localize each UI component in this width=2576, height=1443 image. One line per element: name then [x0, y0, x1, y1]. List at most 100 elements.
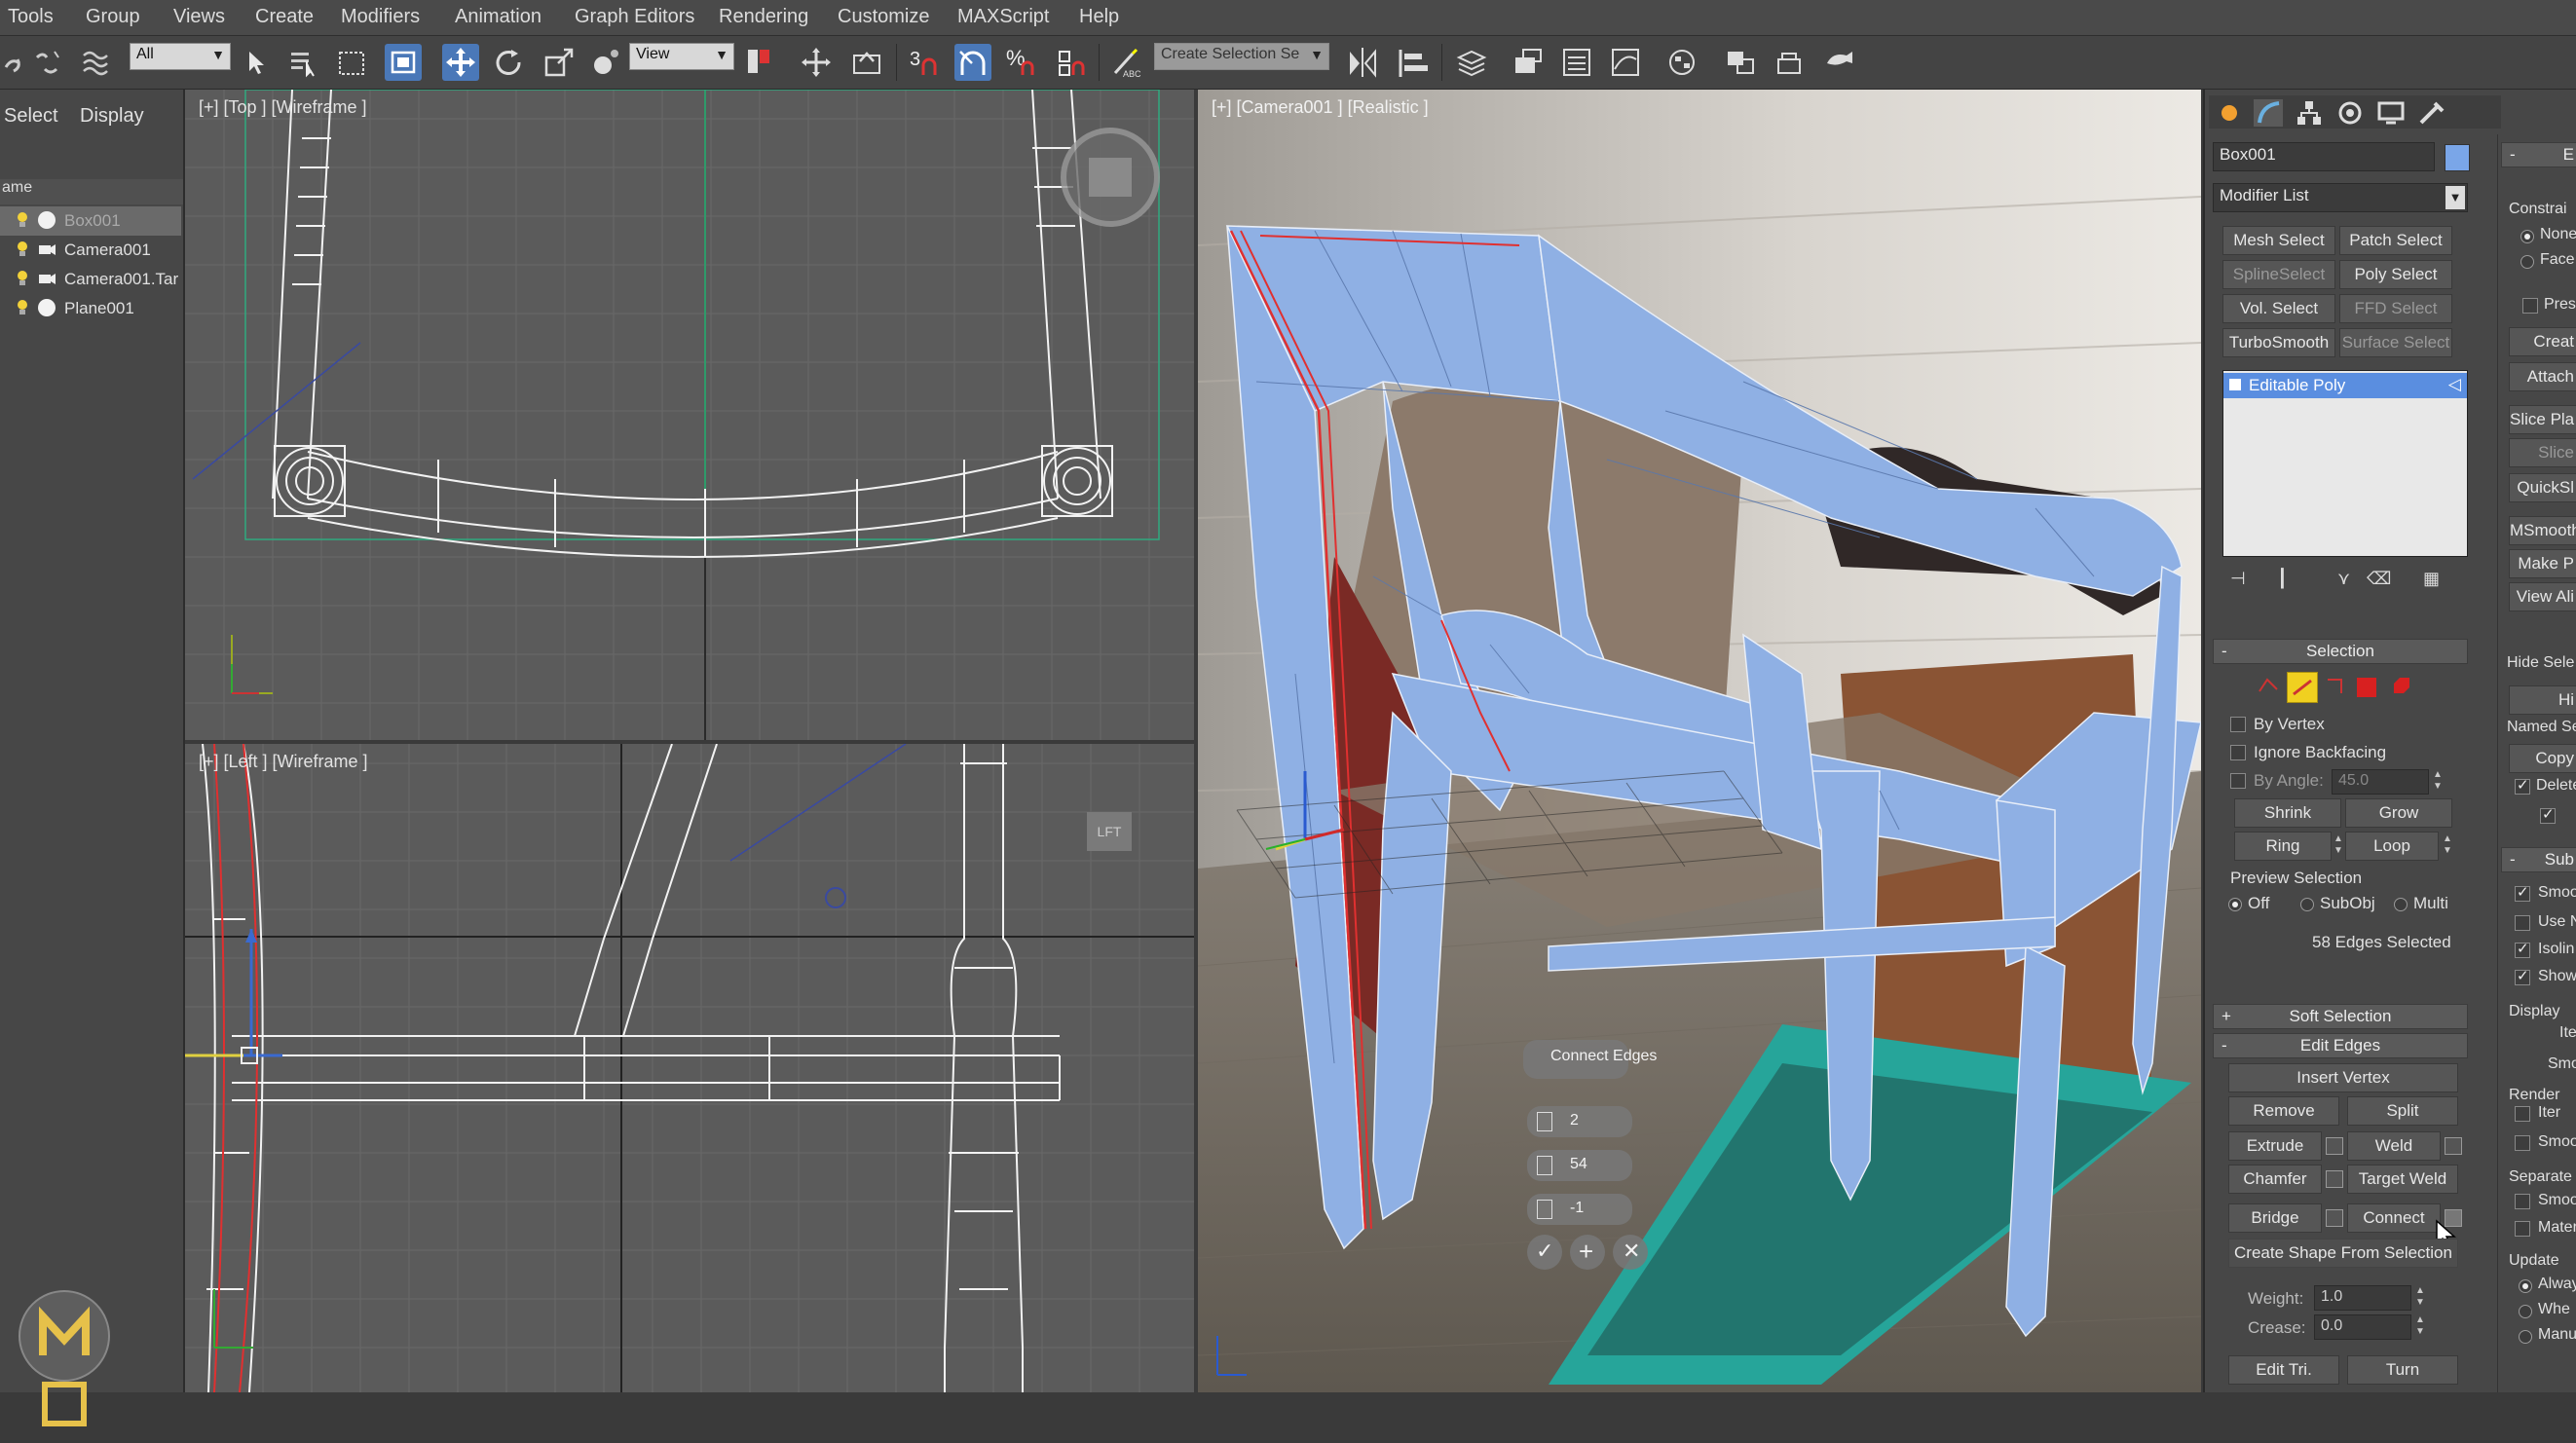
utilities-tab-icon[interactable] [2417, 99, 2446, 127]
graphite-ribbon-icon[interactable] [1558, 44, 1595, 81]
expand-icon[interactable] [2229, 379, 2241, 390]
full-interactivity-checkbox[interactable] [2540, 805, 2556, 824]
modifier-stack[interactable]: Editable Poly ◁ [2222, 370, 2468, 557]
percent-snap-icon[interactable]: % [1003, 44, 1040, 81]
delete-isolated-checkbox[interactable] [2515, 776, 2530, 795]
edit-named-selection-icon[interactable]: ABC [1107, 44, 1144, 81]
rollout-selection[interactable]: - Selection [2213, 639, 2468, 664]
angle-spinner[interactable]: ▲ ▼ [2431, 769, 2445, 795]
mesh-select-button[interactable]: Mesh Select [2222, 226, 2335, 255]
viewport-label-top[interactable]: [+] [Top ] [Wireframe ] [199, 97, 367, 118]
angle-snap-icon[interactable] [954, 44, 991, 81]
turbosmooth-button[interactable]: TurboSmooth [2222, 328, 2335, 357]
ring-button[interactable]: Ring [2234, 832, 2332, 861]
separate-smoothing-checkbox[interactable] [2515, 1194, 2530, 1209]
create-tab-icon[interactable] [2215, 99, 2244, 127]
hierarchy-tab-icon[interactable] [2295, 99, 2324, 127]
pivot-center-icon[interactable] [742, 44, 779, 81]
vertex-mode-icon[interactable] [2254, 672, 2283, 701]
chamfer-settings-button[interactable] [2326, 1170, 2343, 1188]
menu-maxscript[interactable]: MAXScript [957, 6, 1049, 28]
ring-spinner[interactable]: ▲ ▼ [2332, 833, 2345, 859]
menu-customize[interactable]: Customize [838, 6, 929, 28]
light-bulb-icon[interactable] [16, 211, 29, 229]
angle-field[interactable]: 45.0 [2332, 769, 2429, 795]
quickslice-button[interactable]: QuickSl [2509, 473, 2576, 502]
menu-help[interactable]: Help [1079, 6, 1119, 28]
crease-field[interactable]: 0.0 [2314, 1314, 2411, 1340]
rect-region-icon[interactable] [333, 44, 370, 81]
pin-icon[interactable]: ◁ [2448, 375, 2461, 394]
slice-button[interactable]: Slice [2509, 438, 2576, 467]
weight-spinner[interactable]: ▲ ▼ [2413, 1285, 2427, 1311]
window-crossing-icon[interactable] [385, 44, 422, 81]
view-align-button[interactable]: View Ali [2509, 582, 2576, 611]
remove-button[interactable]: Remove [2228, 1096, 2339, 1126]
named-selection-set-dropdown[interactable]: Create Selection Se ▼ [1154, 43, 1329, 70]
chamfer-button[interactable]: Chamfer [2228, 1165, 2322, 1194]
by-angle-checkbox[interactable] [2230, 773, 2246, 789]
scene-explorer-icon[interactable] [1510, 44, 1547, 81]
create-button[interactable]: Creat [2509, 327, 2576, 356]
shrink-button[interactable]: Shrink [2234, 798, 2341, 828]
menu-tools[interactable]: Tools [8, 6, 54, 28]
attach-button[interactable]: Attach [2509, 362, 2576, 391]
motion-tab-icon[interactable] [2335, 99, 2365, 127]
msmooth-button[interactable]: MSmooth [2509, 516, 2576, 545]
tab-display[interactable]: Display [80, 105, 144, 128]
preview-multi-radio[interactable] [2394, 898, 2408, 911]
patch-select-button[interactable]: Patch Select [2339, 226, 2452, 255]
weld-settings-button[interactable] [2445, 1137, 2462, 1155]
border-mode-icon[interactable] [2320, 672, 2349, 701]
schematic-view-icon[interactable] [1663, 44, 1700, 81]
menu-graph-editors[interactable]: Graph Editors [575, 6, 694, 28]
constraint-face-radio[interactable] [2520, 255, 2534, 269]
menu-animation[interactable]: Animation [455, 6, 541, 28]
poly-select-button[interactable]: Poly Select [2339, 260, 2452, 289]
object-name-field[interactable]: Box001 [2213, 142, 2435, 171]
spline-select-button[interactable]: SplineSelect [2222, 260, 2335, 289]
crease-spinner[interactable]: ▲ ▼ [2413, 1314, 2427, 1340]
weld-button[interactable]: Weld [2347, 1131, 2441, 1161]
scene-item-box001[interactable]: Box001 [0, 206, 181, 236]
grow-button[interactable]: Grow [2345, 798, 2452, 828]
element-mode-icon[interactable] [2390, 676, 2413, 697]
by-vertex-checkbox[interactable] [2230, 717, 2246, 732]
stack-item-editable-poly[interactable]: Editable Poly ◁ [2223, 373, 2467, 398]
curve-editor-icon[interactable] [1607, 44, 1644, 81]
viewport-left[interactable]: [+] [Left ] [Wireframe ] LFT [185, 744, 1194, 1392]
caddy-segments[interactable]: 2 [1527, 1106, 1632, 1137]
bind-spacewarp-icon[interactable] [78, 44, 115, 81]
viewport-camera[interactable]: [+] [Camera001 ] [Realistic ] Connect Ed… [1198, 90, 2201, 1392]
create-shape-button[interactable]: Create Shape From Selection [2228, 1239, 2458, 1268]
viewport-top[interactable]: [+] [Top ] [Wireframe ] [185, 90, 1194, 740]
caddy-apply-button[interactable]: + [1570, 1235, 1605, 1270]
object-color-swatch[interactable] [2445, 144, 2470, 171]
show-end-result-icon[interactable]: ┃ [2277, 569, 2288, 589]
caddy-pinch[interactable]: 54 [1527, 1150, 1632, 1181]
menu-views[interactable]: Views [173, 6, 225, 28]
align-icon[interactable] [1395, 44, 1432, 81]
vol-select-button[interactable]: Vol. Select [2222, 294, 2335, 323]
weight-field[interactable]: 1.0 [2314, 1285, 2411, 1311]
light-bulb-icon[interactable] [16, 240, 29, 258]
select-object-icon[interactable] [240, 44, 277, 81]
scale-icon[interactable] [541, 44, 578, 81]
loop-button[interactable]: Loop [2345, 832, 2439, 861]
preserve-uvs-checkbox[interactable] [2522, 298, 2538, 314]
render-setup-icon[interactable] [1771, 44, 1808, 81]
edge-mode-icon[interactable] [2287, 672, 2318, 703]
update-when-rendering-radio[interactable] [2519, 1305, 2532, 1318]
spinner-snap-icon[interactable] [1052, 44, 1089, 81]
rollout-subdivision-surface[interactable]: - Sub [2501, 847, 2576, 872]
placement-icon[interactable] [587, 44, 624, 81]
hide-button[interactable]: Hi [2509, 685, 2576, 715]
edit-tri-button[interactable]: Edit Tri. [2228, 1355, 2339, 1385]
insert-vertex-button[interactable]: Insert Vertex [2228, 1063, 2458, 1092]
configure-sets-icon[interactable]: ▦ [2423, 569, 2440, 589]
show-cage-checkbox[interactable] [2515, 967, 2530, 985]
reference-coord-dropdown[interactable]: View ▼ [629, 43, 734, 70]
separate-materials-checkbox[interactable] [2515, 1221, 2530, 1237]
menu-rendering[interactable]: Rendering [719, 6, 808, 28]
modifier-list-dropdown[interactable]: Modifier List ▼ [2213, 183, 2468, 212]
